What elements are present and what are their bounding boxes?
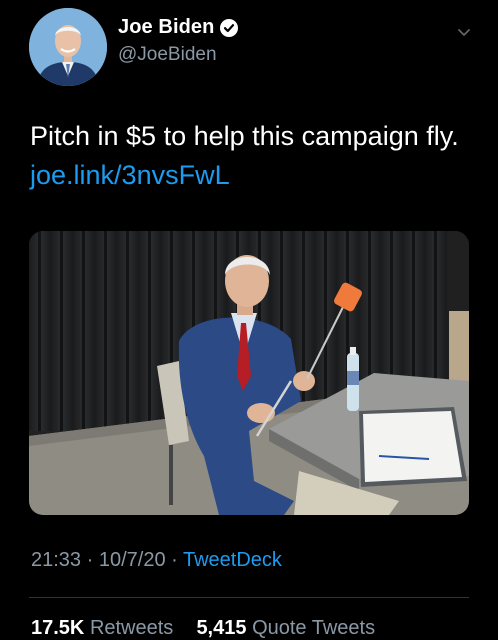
divider: [29, 597, 469, 598]
retweets-count[interactable]: 17.5K: [31, 617, 84, 639]
quotes-count[interactable]: 5,415: [196, 617, 246, 639]
tweet-text: Pitch in $5 to help this campaign fly. j…: [30, 117, 470, 195]
chevron-down-icon[interactable]: [456, 24, 472, 40]
handle[interactable]: @JoeBiden: [118, 44, 238, 66]
tweet-link[interactable]: joe.link/3nvsFwL: [30, 160, 230, 190]
avatar[interactable]: [29, 8, 107, 86]
tweet-source[interactable]: TweetDeck: [183, 549, 282, 571]
tweet-meta: 21:33 · 10/7/20 · TweetDeck: [31, 549, 282, 572]
verified-badge-icon: [220, 18, 239, 37]
name-row: Joe Biden: [118, 16, 239, 39]
tweet-time[interactable]: 21:33: [31, 549, 81, 571]
meta-separator: ·: [86, 549, 99, 571]
tweet-stats: 17.5K Retweets 5,415 Quote Tweets: [31, 617, 375, 640]
retweets-label[interactable]: Retweets: [90, 617, 173, 639]
tweet-photo[interactable]: [29, 231, 469, 515]
meta-separator: ·: [171, 549, 183, 571]
display-name[interactable]: Joe Biden: [118, 16, 214, 39]
quotes-label[interactable]: Quote Tweets: [252, 617, 375, 639]
tweet: Joe Biden @JoeBiden Pitch in $5 to help …: [0, 0, 498, 640]
tweet-body: Pitch in $5 to help this campaign fly.: [30, 121, 459, 151]
tweet-date[interactable]: 10/7/20: [99, 549, 166, 571]
user-info: Joe Biden @JoeBiden: [118, 16, 239, 66]
